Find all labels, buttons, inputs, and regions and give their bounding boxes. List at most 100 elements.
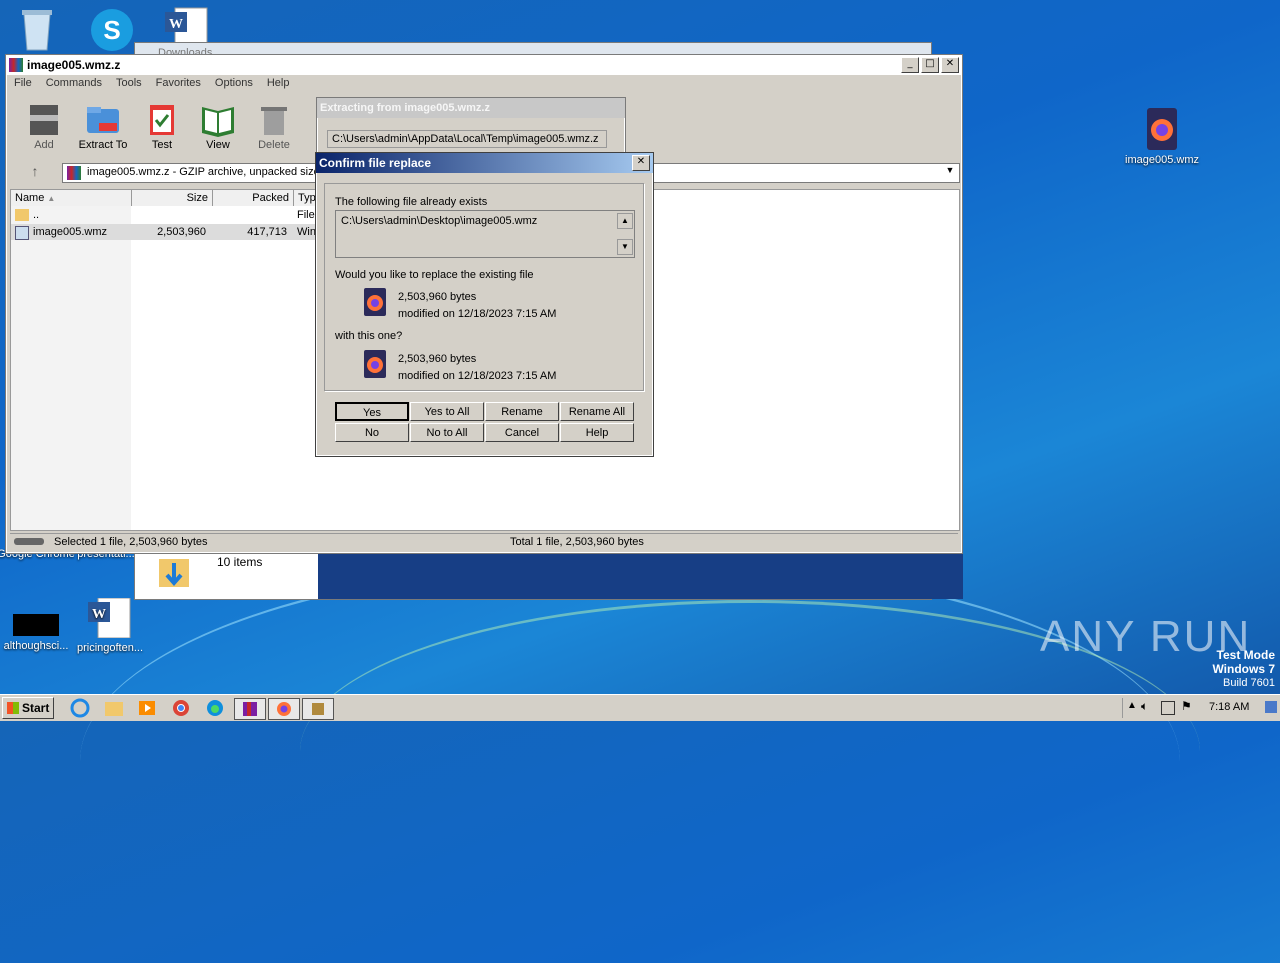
table-row[interactable]: image005.wmz 2,503,960 417,713 Win (11, 224, 321, 240)
items-count: 10 items (217, 555, 263, 569)
path-text: image005.wmz.z - GZIP archive, unpacked … (87, 166, 329, 178)
tool-view[interactable]: View (190, 103, 246, 151)
tool-delete[interactable]: Delete (246, 103, 302, 151)
new-size: 2,503,960 bytes (398, 353, 477, 365)
winrar-taskbar-icon[interactable] (234, 698, 266, 720)
scroll-down-icon[interactable]: ▼ (617, 239, 633, 255)
svg-text:W: W (92, 607, 106, 622)
col-size[interactable]: Size (132, 190, 213, 206)
winrar-title-bar: image005.wmz.z _ □ ✕ (6, 55, 962, 75)
col-name[interactable]: Name ▲ (11, 190, 132, 206)
desktop-icon-image005[interactable]: image005.wmz (1122, 108, 1202, 166)
tool-test[interactable]: Test (134, 103, 190, 151)
sort-arrow-icon: ▲ (47, 194, 56, 203)
svg-text:W: W (169, 17, 183, 32)
dialog-title: Confirm file replace (319, 156, 432, 170)
app-taskbar-icon[interactable] (302, 698, 334, 720)
dialog-title-bar: Confirm file replace ✕ (316, 153, 653, 173)
rename-button[interactable]: Rename (485, 402, 559, 421)
start-button[interactable]: Start (2, 697, 54, 719)
word-doc-icon[interactable]: W (165, 6, 211, 47)
help-button[interactable]: Help (560, 423, 634, 442)
ie-icon[interactable] (68, 698, 92, 718)
drive-icon (14, 538, 44, 545)
existing-modified: modified on 12/18/2023 7:15 AM (398, 308, 557, 320)
os-name-label: Windows 7 (1212, 662, 1275, 676)
tray-chevron-icon[interactable]: ▲ (1127, 700, 1137, 711)
tool-extract-to[interactable]: Extract To (72, 103, 134, 151)
yes-button[interactable]: Yes (335, 402, 409, 421)
dialog-content-frame: The following file already exists C:\Use… (324, 183, 644, 391)
recycle-bin-icon[interactable] (18, 6, 56, 52)
extract-path: C:\Users\admin\AppData\Local\Temp\image0… (327, 130, 607, 148)
menu-file[interactable]: File (14, 77, 32, 89)
yes-to-all-button[interactable]: Yes to All (410, 402, 484, 421)
system-tray: ▲ 🔈︎ ⚑ 7:18 AM (1122, 698, 1280, 718)
path-dropdown-icon[interactable]: ▼ (943, 165, 957, 179)
menu-options[interactable]: Options (215, 77, 253, 89)
existing-size: 2,503,960 bytes (398, 291, 477, 303)
minimize-button[interactable]: _ (901, 57, 919, 73)
desktop-icon-label: image005.wmz (1125, 154, 1199, 166)
with-label: with this one? (335, 330, 403, 342)
firefox-taskbar-icon[interactable] (268, 698, 300, 720)
tool-add[interactable]: Add (16, 103, 72, 151)
confirm-replace-dialog[interactable]: Confirm file replace ✕ The following fil… (315, 152, 654, 457)
rename-all-button[interactable]: Rename All (560, 402, 634, 421)
extract-title-bar: Extracting from image005.wmz.z (317, 98, 625, 118)
winrar-title: image005.wmz.z (27, 58, 121, 72)
black-thumbnail-icon (13, 614, 59, 636)
status-right: Total 1 file, 2,503,960 bytes (510, 536, 644, 548)
add-archive-icon (26, 103, 62, 137)
extract-title: Extracting from image005.wmz.z (320, 102, 490, 114)
desktop-icon-label: pricingoften... (76, 642, 144, 654)
media-player-icon[interactable] (135, 698, 159, 718)
exists-label: The following file already exists (335, 196, 488, 208)
explorer-icon[interactable] (102, 698, 126, 718)
skype-icon[interactable]: S (90, 8, 134, 52)
list-left-shade (11, 206, 131, 530)
existing-file-icon (363, 288, 387, 316)
winrar-toolbar: Add Extract To Test View Delete (16, 103, 302, 151)
table-row[interactable]: .. File (11, 207, 321, 223)
folder-up-icon (15, 209, 29, 221)
replace-question: Would you like to replace the existing f… (335, 269, 534, 281)
archive-icon (67, 166, 81, 180)
winrar-menu-bar: File Commands Tools Favorites Options He… (6, 75, 962, 91)
existing-path-box: C:\Users\admin\Desktop\image005.wmz ▲ ▼ (335, 210, 635, 258)
status-left: Selected 1 file, 2,503,960 bytes (54, 536, 208, 548)
desktop-icon-althoughsci[interactable]: althoughsci... (0, 614, 76, 652)
extract-folder-icon (85, 103, 121, 137)
os-watermark: Test Mode Windows 7 Build 7601 (1160, 648, 1275, 690)
edge-icon[interactable] (203, 698, 227, 718)
new-modified: modified on 12/18/2023 7:15 AM (398, 370, 557, 382)
status-bar: Selected 1 file, 2,503,960 bytes Total 1… (10, 533, 958, 550)
desktop-icon-label: althoughsci... (3, 640, 69, 652)
menu-help[interactable]: Help (267, 77, 290, 89)
close-button[interactable]: ✕ (941, 57, 959, 73)
volume-icon[interactable]: 🔈︎ (1141, 699, 1148, 714)
no-button[interactable]: No (335, 423, 409, 442)
no-to-all-button[interactable]: No to All (410, 423, 484, 442)
col-packed[interactable]: Packed (213, 190, 294, 206)
flag-icon[interactable]: ⚑ (1181, 699, 1192, 713)
up-arrow-button[interactable]: ↑ (16, 163, 54, 183)
dialog-close-button[interactable]: ✕ (632, 155, 650, 171)
network-icon[interactable] (1161, 701, 1175, 715)
scroll-up-icon[interactable]: ▲ (617, 213, 633, 229)
cancel-button[interactable]: Cancel (485, 423, 559, 442)
show-desktop-icon[interactable] (1265, 701, 1277, 713)
svg-text:S: S (103, 15, 120, 45)
test-clipboard-icon (144, 103, 180, 137)
windows-logo-icon (7, 702, 19, 714)
maximize-button[interactable]: □ (921, 57, 939, 73)
existing-path: C:\Users\admin\Desktop\image005.wmz (341, 215, 538, 227)
menu-favorites[interactable]: Favorites (156, 77, 201, 89)
menu-commands[interactable]: Commands (46, 77, 102, 89)
menu-tools[interactable]: Tools (116, 77, 142, 89)
extract-window[interactable]: Extracting from image005.wmz.z C:\Users\… (316, 97, 626, 159)
chrome-icon[interactable] (169, 698, 193, 718)
clock[interactable]: 7:18 AM (1209, 701, 1249, 713)
desktop-icon-pricingoften[interactable]: W pricingoften... (70, 597, 150, 654)
folder-download-icon (157, 553, 191, 589)
